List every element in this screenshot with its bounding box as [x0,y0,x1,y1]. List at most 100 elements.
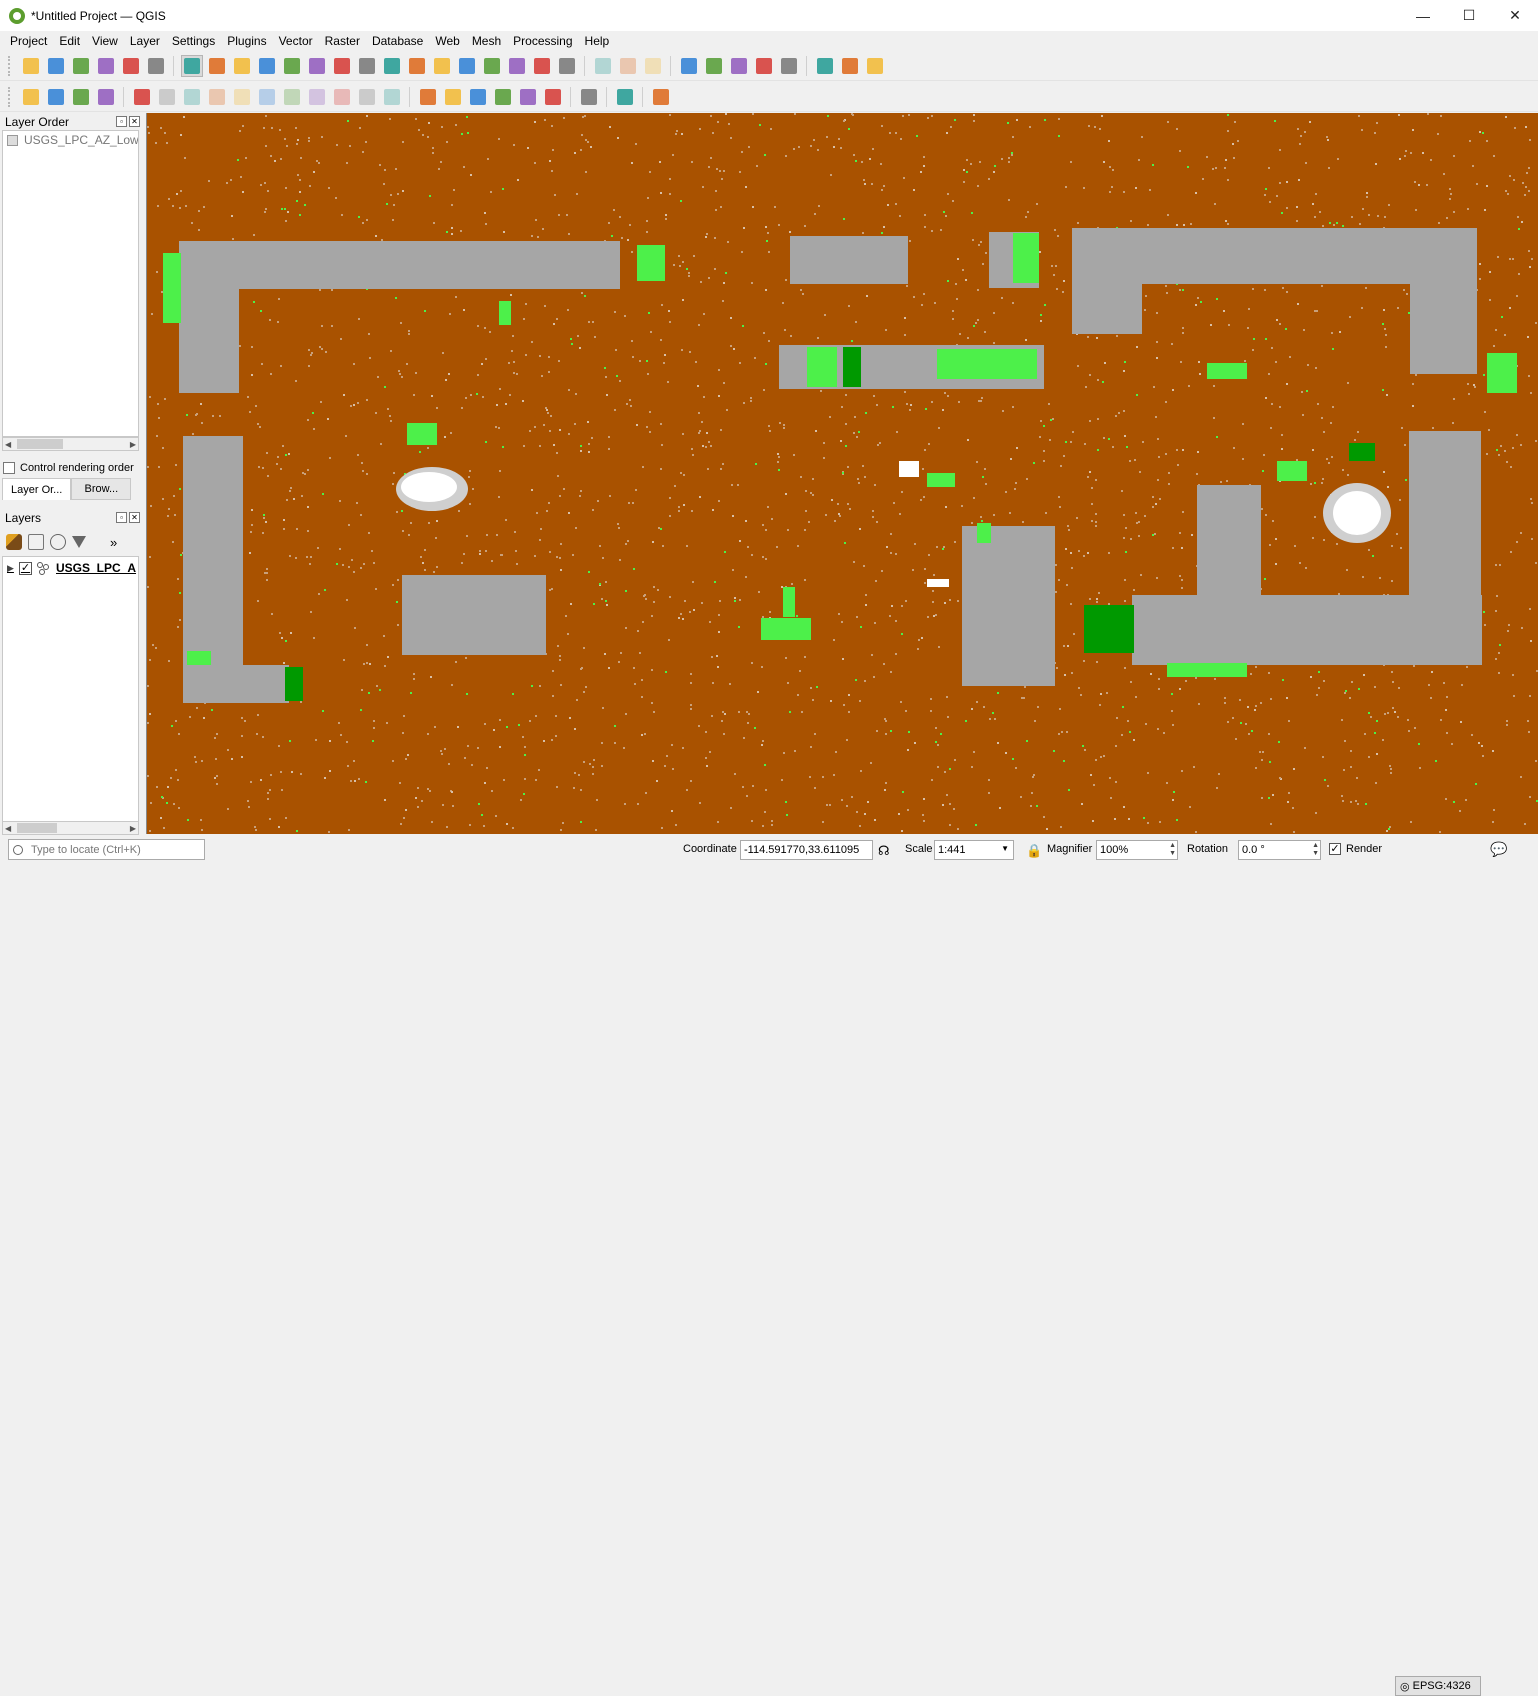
paste-features-button[interactable] [331,86,353,108]
menu-mesh[interactable]: Mesh [466,34,507,48]
minimize-button[interactable]: — [1400,0,1446,31]
rotation-spinner-icon[interactable]: ▲ ▼ [1312,842,1319,858]
pan-to-selection-button[interactable] [206,55,228,77]
scroll-left-icon[interactable]: ◀ [5,440,11,449]
add-layer-button[interactable] [45,86,67,108]
coordinate-field[interactable]: -114.591770,33.611095 [740,840,873,860]
menu-web[interactable]: Web [429,34,465,48]
digitize-button[interactable] [131,86,153,108]
filter-icon[interactable] [72,536,86,548]
scroll-thumb[interactable] [17,439,63,449]
undock-icon[interactable]: ▫ [116,116,127,127]
save-project-button[interactable] [70,55,92,77]
new-bookmark-button[interactable] [506,55,528,77]
undo-button[interactable] [356,86,378,108]
new-3d-view-button[interactable] [456,55,478,77]
menu-vector[interactable]: Vector [273,34,319,48]
toolbar-grip[interactable] [8,55,14,76]
cut-features-button[interactable] [281,86,303,108]
menu-processing[interactable]: Processing [507,34,578,48]
layer-order-list[interactable]: USGS_LPC_AZ_LowerC [2,130,139,437]
attribute-table-button[interactable] [703,55,725,77]
temporal-controller-button[interactable] [481,55,503,77]
scroll-right-icon[interactable]: ▶ [130,824,136,833]
select-value-button[interactable] [617,55,639,77]
toggle-extents-icon[interactable]: ☊ [878,843,890,859]
zoom-layer-button[interactable] [331,55,353,77]
scroll-thumb[interactable] [17,823,57,833]
zoom-next-button[interactable] [406,55,428,77]
print-layout-button[interactable] [120,55,142,77]
show-bookmarks-button[interactable] [531,55,553,77]
new-map-view-button[interactable] [431,55,453,77]
scroll-left-icon[interactable]: ◀ [5,824,11,833]
copy-features-button[interactable] [306,86,328,108]
zoom-full-button[interactable] [281,55,303,77]
close-button[interactable]: ✕ [1492,0,1538,31]
measure-button[interactable] [814,55,836,77]
scroll-right-icon[interactable]: ▶ [130,440,136,449]
plugin-manager-button[interactable] [578,86,600,108]
toggle-editing-button[interactable] [181,86,203,108]
messages-icon[interactable]: 💬 [1490,841,1507,858]
layer-order-checkbox[interactable] [7,134,18,146]
highlight-labels-button[interactable] [467,86,489,108]
save-as-button[interactable] [95,55,117,77]
layer-visibility-checkbox[interactable]: ✓ [19,561,32,575]
layers-scrollbar[interactable]: ◀ ▶ [2,821,139,835]
control-rendering-checkbox[interactable] [3,462,15,474]
magnifier-spinner-icon[interactable]: ▲ ▼ [1169,842,1176,858]
visibility-eye-icon[interactable] [50,534,66,550]
rotate-label-button[interactable] [517,86,539,108]
render-checkbox[interactable]: ✓ [1329,843,1341,855]
style-manager-button[interactable] [145,55,167,77]
new-shapefile-button[interactable] [95,86,117,108]
zoom-last-button[interactable] [381,55,403,77]
new-project-button[interactable] [20,55,42,77]
crs-button[interactable]: ◎ EPSG:4326 [1395,1676,1481,1696]
control-rendering-order[interactable]: Control rendering order [3,460,134,476]
scale-dropdown-icon[interactable]: ▼ [1001,844,1009,853]
label-tool-button[interactable] [417,86,439,108]
scale-field[interactable]: 1:441 ▼ [934,840,1014,860]
zoom-selection-button[interactable] [306,55,328,77]
tab-layer-order[interactable]: Layer Or... [2,478,72,500]
menu-settings[interactable]: Settings [166,34,221,48]
redo-button[interactable] [381,86,403,108]
maximize-button[interactable]: ☐ [1446,0,1492,31]
field-calculator-button[interactable] [778,55,800,77]
more-tools-icon[interactable]: » [110,535,117,550]
map-tips-button[interactable] [839,55,861,77]
locator-search[interactable]: Type to locate (Ctrl+K) [8,839,205,860]
menu-plugins[interactable]: Plugins [221,34,272,48]
menu-project[interactable]: Project [4,34,53,48]
menu-help[interactable]: Help [579,34,616,48]
close-panel-icon[interactable]: ✕ [129,512,140,523]
menu-layer[interactable]: Layer [124,34,166,48]
open-project-button[interactable] [45,55,67,77]
layer-order-scrollbar[interactable]: ◀ ▶ [2,437,139,451]
zoom-out-button[interactable] [256,55,278,77]
lock-scale-icon[interactable]: 🔒 [1026,843,1042,859]
identify-button[interactable] [678,55,700,77]
expand-arrow-icon[interactable]: ▶ [7,563,19,574]
style-brush-icon[interactable] [6,534,22,550]
annotation-button[interactable] [864,55,886,77]
statistics-button[interactable] [753,55,775,77]
select-features-button[interactable] [592,55,614,77]
pin-labels-button[interactable] [442,86,464,108]
toolbox-button[interactable] [728,55,750,77]
zoom-in-button[interactable] [231,55,253,77]
menu-view[interactable]: View [86,34,124,48]
deselect-button[interactable] [642,55,664,77]
menu-raster[interactable]: Raster [319,34,366,48]
move-label-button[interactable] [492,86,514,108]
add-group-icon[interactable] [28,534,44,550]
menu-edit[interactable]: Edit [53,34,86,48]
close-panel-icon[interactable]: ✕ [129,116,140,127]
layer-order-item[interactable]: USGS_LPC_AZ_LowerC [3,131,138,149]
tab-browser[interactable]: Brow... [71,478,132,500]
undock-icon[interactable]: ▫ [116,512,127,523]
zoom-native-button[interactable] [356,55,378,77]
add-data-source-button[interactable] [20,86,42,108]
